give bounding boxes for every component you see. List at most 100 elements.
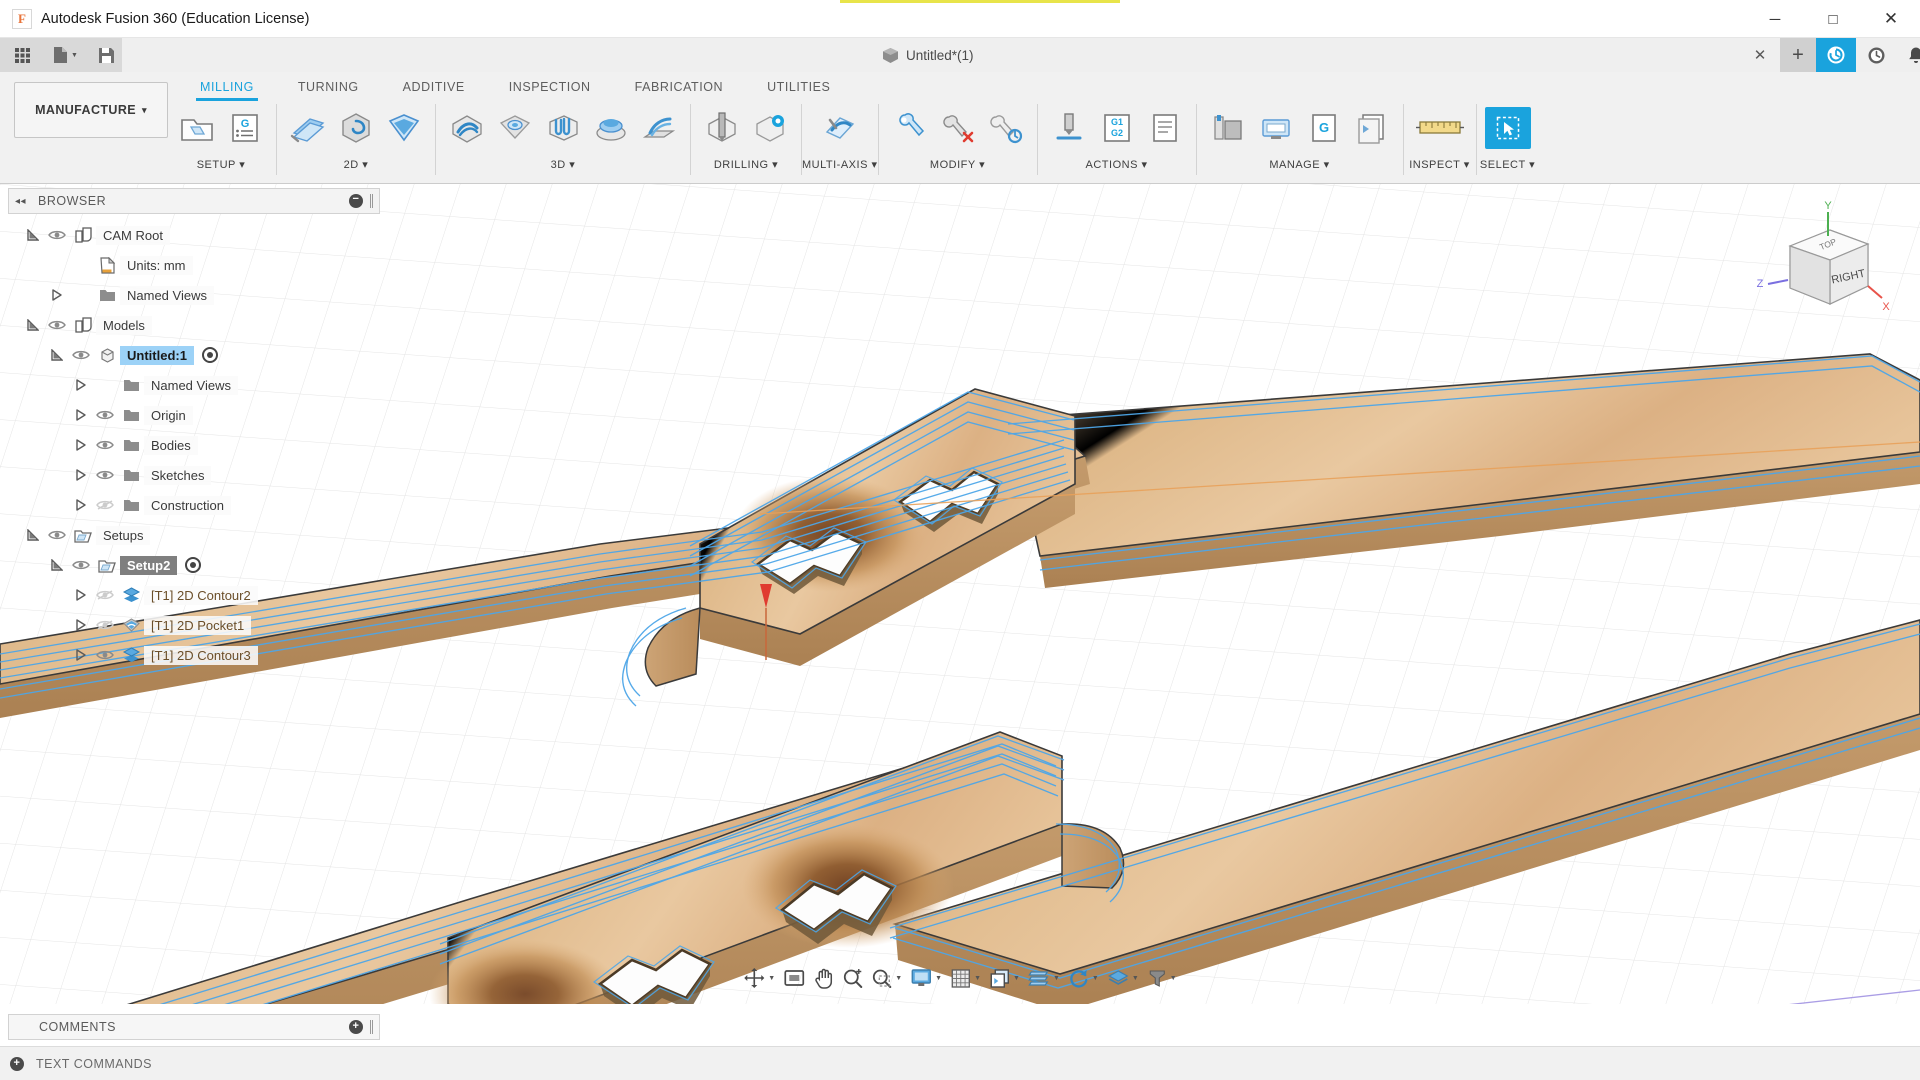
expand-arrow-open-icon[interactable] [22,310,44,340]
expand-arrow-closed-icon[interactable] [70,370,92,400]
tree-node[interactable]: Models [8,310,380,340]
activate-component-radio[interactable] [201,347,218,363]
look-at-icon[interactable] [779,961,809,995]
ribbon-tab-turning[interactable]: TURNING [276,76,381,100]
parallel-icon[interactable] [540,104,586,152]
drill-icon[interactable] [699,104,745,152]
chevron-down-icon[interactable]: ▼ [1170,975,1177,982]
app-grid-icon[interactable] [8,38,37,72]
visibility-off-icon[interactable] [92,580,118,610]
collapse-panel-icon[interactable]: ◂◂ [15,196,26,207]
post-process-icon[interactable]: G1 G2 [1094,104,1140,152]
visibility-on-icon[interactable] [44,520,70,550]
panel-grip-icon[interactable] [370,194,373,208]
chevron-down-icon[interactable]: ▼ [895,975,902,982]
expand-arrow-closed-icon[interactable] [70,640,92,670]
2d-adaptive-icon[interactable] [333,104,379,152]
ribbon-tab-additive[interactable]: ADDITIVE [381,76,487,100]
chevron-down-icon[interactable]: ▾ [1324,159,1330,171]
close-button[interactable]: ✕ [1862,0,1920,38]
tree-node[interactable]: [T1] 2D Pocket1 [8,610,380,640]
tree-node[interactable]: Construction [8,490,380,520]
document-tab[interactable]: Untitled*(1) [882,38,974,72]
tree-node[interactable]: Sketches [8,460,380,490]
pocket-clearing-icon[interactable] [492,104,538,152]
chevron-down-icon[interactable]: ▼ [768,975,775,982]
toolpath-filter-icon[interactable]: ▼ [1143,961,1181,995]
visibility-on-icon[interactable] [92,640,118,670]
setup-icon[interactable] [174,104,220,152]
tree-node[interactable]: CAM Root [8,220,380,250]
tree-node[interactable]: [T1] 2D Contour2 [8,580,380,610]
document-tab-close-icon[interactable]: ✕ [1742,38,1778,72]
visibility-on-icon[interactable] [44,220,70,250]
visibility-off-icon[interactable] [92,490,118,520]
gcode-list-icon[interactable]: G [222,104,268,152]
ribbon-tab-milling[interactable]: MILLING [178,76,276,101]
visibility-on-icon[interactable] [92,400,118,430]
tree-node[interactable]: [T1] 2D Contour3 [8,640,380,670]
tree-node[interactable]: Origin [8,400,380,430]
panel-grip-icon[interactable] [370,1020,373,1034]
visibility-on-icon[interactable] [68,340,94,370]
zoom-icon[interactable] [838,961,867,995]
ribbon-tab-inspection[interactable]: INSPECTION [487,76,613,100]
appearance-icon[interactable]: ▼ [1103,961,1143,995]
2d-pocket-icon[interactable] [381,104,427,152]
expand-arrow-open-icon[interactable] [46,550,68,580]
chevron-down-icon[interactable]: ▼ [1013,975,1020,982]
chevron-down-icon[interactable]: ▾ [1529,159,1535,171]
zoom-window-icon[interactable]: ▼ [867,961,906,995]
refresh-icon[interactable]: ▼ [1064,961,1103,995]
viewports-icon[interactable]: ▼ [985,961,1024,995]
chevron-down-icon[interactable]: ▾ [362,159,368,171]
tool-library-icon[interactable] [887,104,933,152]
setup-sheet-icon[interactable] [1142,104,1188,152]
manage-post-icon[interactable] [1253,104,1299,152]
grid-snaps-icon[interactable]: ▼ [946,961,985,995]
swarf-icon[interactable] [817,104,863,152]
chevron-down-icon[interactable]: ▼ [974,975,981,982]
new-document-tab-button[interactable]: + [1780,38,1816,72]
add-comment-icon[interactable]: + [349,1020,363,1034]
visibility-on-icon[interactable] [92,460,118,490]
expand-arrow-closed-icon[interactable] [70,400,92,430]
visibility-on-icon[interactable] [44,310,70,340]
visibility-off-icon[interactable] [92,610,118,640]
measure-icon[interactable] [1412,104,1468,152]
save-icon[interactable] [92,38,121,72]
orbit-icon[interactable]: ▼ [739,961,779,995]
expand-arrow-open-icon[interactable] [22,520,44,550]
tree-node[interactable]: Setups [8,520,380,550]
ribbon-tab-fabrication[interactable]: FABRICATION [613,76,745,100]
chevron-down-icon[interactable]: ▾ [239,159,245,171]
tree-node[interactable]: Setup2 [8,550,380,580]
visibility-on-icon[interactable] [68,550,94,580]
layout-grid-icon[interactable]: ▼ [1024,961,1064,995]
expand-arrow-closed-icon[interactable] [70,490,92,520]
clear-toolpath-icon[interactable] [983,104,1029,152]
select-cursor-icon[interactable] [1484,104,1531,152]
chevron-down-icon[interactable]: ▾ [1464,159,1470,171]
tree-node[interactable]: Untitled:1 [8,340,380,370]
view-cube[interactable]: RIGHT TOP Y Z X [1744,194,1894,324]
browser-minimize-icon[interactable]: − [349,194,363,208]
machine-library-icon[interactable] [1205,104,1251,152]
simulate-icon[interactable] [1046,104,1092,152]
maximize-button[interactable]: □ [1804,0,1862,38]
sync-icon[interactable] [1816,38,1856,72]
minimize-button[interactable]: ─ [1746,0,1804,38]
ramp-icon[interactable] [636,104,682,152]
expand-arrow-closed-icon[interactable] [70,610,92,640]
chevron-down-icon[interactable]: ▼ [1053,975,1060,982]
chevron-down-icon[interactable]: ▾ [1141,159,1147,171]
face-icon[interactable] [285,104,331,152]
tree-node[interactable]: Named Views [8,370,380,400]
chevron-down-icon[interactable]: ▼ [935,975,942,982]
tree-node[interactable]: Named Views [8,280,380,310]
ribbon-tab-utilities[interactable]: UTILITIES [745,76,852,100]
adaptive-clearing-icon[interactable] [444,104,490,152]
expand-arrow-closed-icon[interactable] [70,430,92,460]
expand-text-commands-icon[interactable]: + [10,1056,24,1071]
chevron-down-icon[interactable]: ▼ [1132,975,1139,982]
